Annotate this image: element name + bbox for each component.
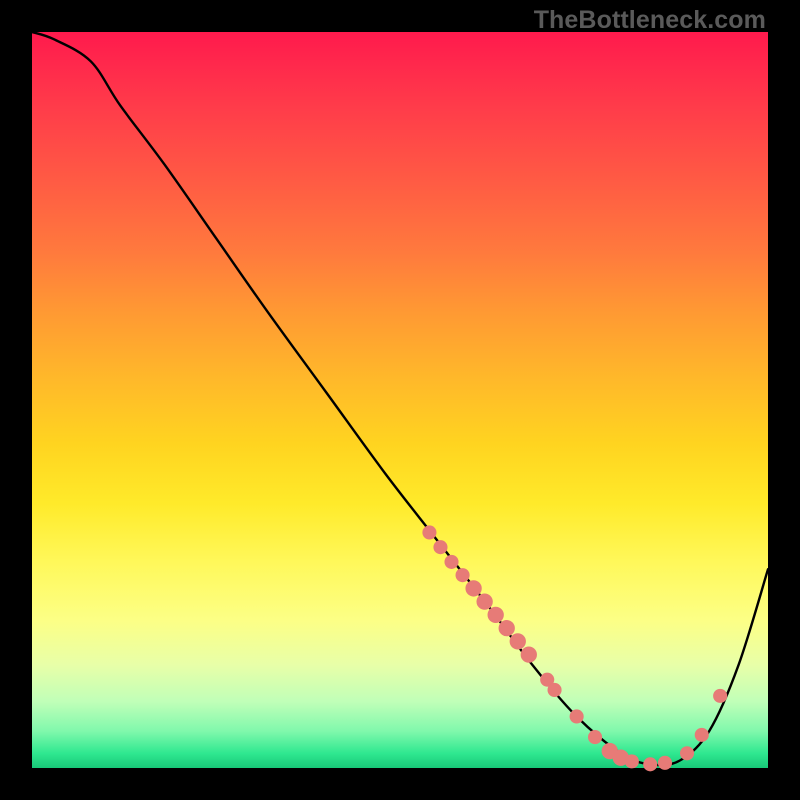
data-marker — [488, 607, 504, 623]
data-marker — [680, 746, 694, 760]
data-marker — [588, 730, 602, 744]
data-marker — [643, 757, 657, 771]
data-marker — [422, 525, 436, 539]
data-markers — [422, 525, 727, 771]
data-marker — [625, 754, 639, 768]
watermark-text: TheBottleneck.com — [534, 6, 766, 35]
data-marker — [695, 728, 709, 742]
data-marker — [713, 689, 727, 703]
data-marker — [465, 580, 481, 596]
data-marker — [548, 683, 562, 697]
data-marker — [510, 633, 526, 649]
data-marker — [570, 709, 584, 723]
data-marker — [476, 594, 492, 610]
bottleneck-curve — [32, 32, 768, 765]
data-marker — [433, 540, 447, 554]
data-marker — [658, 756, 672, 770]
data-marker — [499, 620, 515, 636]
data-marker — [521, 647, 537, 663]
data-marker — [456, 568, 470, 582]
chart-svg — [32, 32, 768, 768]
data-marker — [444, 555, 458, 569]
chart-frame — [32, 32, 768, 768]
plot-area — [32, 32, 768, 768]
